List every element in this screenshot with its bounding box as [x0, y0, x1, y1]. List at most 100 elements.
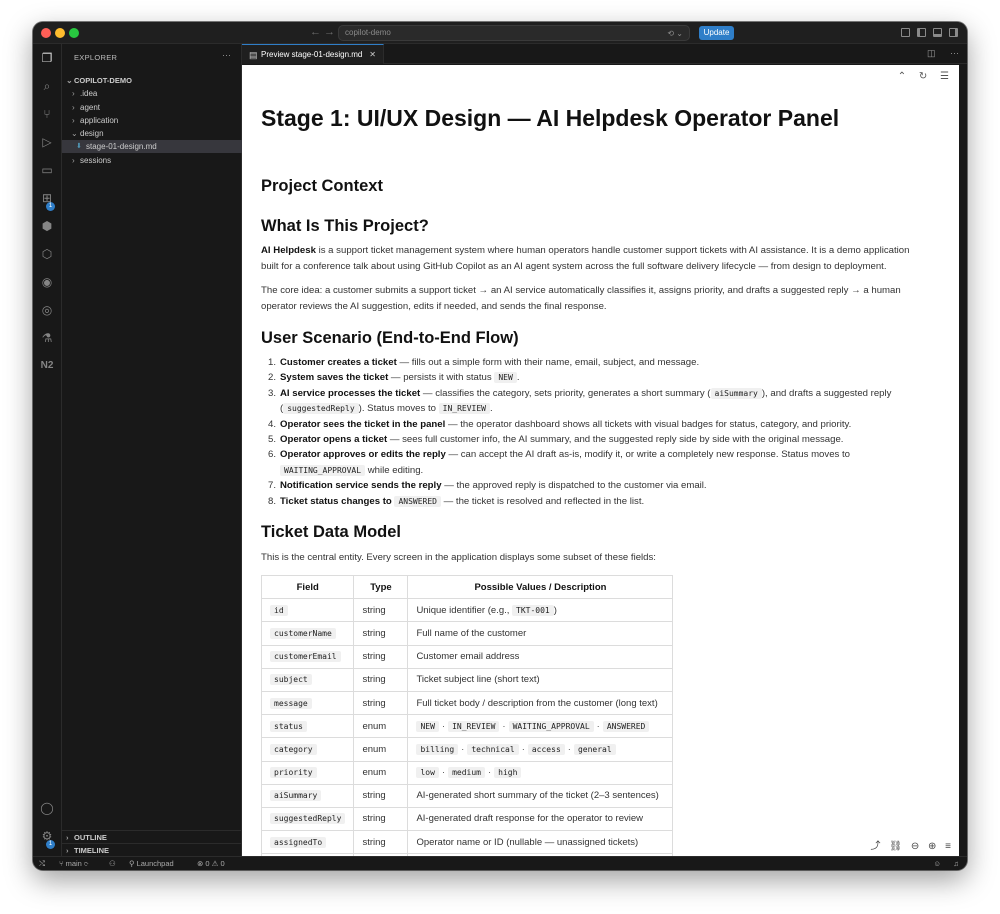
- maximize-window-button[interactable]: [69, 28, 79, 38]
- n2-extension-icon[interactable]: N2: [39, 358, 55, 374]
- table-row: assignedTo string Operator name or ID (n…: [260, 830, 674, 855]
- text: — classifies the category, sets priority…: [420, 387, 711, 399]
- bold-text: System saves the ticket: [280, 372, 389, 384]
- zoom-out-icon[interactable]: ⊖: [911, 841, 919, 852]
- description-cell: AI-generated short summary of the ticket…: [407, 783, 674, 808]
- forward-arrow-icon[interactable]: →: [324, 26, 335, 38]
- field-cell: priority: [260, 760, 355, 785]
- text: operator reviews the AI suggestion, edit…: [261, 300, 607, 312]
- share-icon[interactable]: ⤴: [871, 841, 881, 852]
- type-cell: string: [353, 830, 409, 855]
- description-cell: Full name of the customer: [407, 621, 674, 646]
- tree-folder-design[interactable]: ⌄ design: [62, 127, 242, 140]
- type-cell: enum: [353, 760, 409, 785]
- problems-indicator[interactable]: ⊗ 0 ⚠ 0: [197, 857, 225, 870]
- toggle-panel-icon[interactable]: [933, 28, 942, 37]
- tree-folder-agent[interactable]: › agent: [62, 101, 242, 114]
- preview-toolbar: ⌃ ↻ ☰: [888, 71, 949, 82]
- column-header: Possible Values / Description: [407, 574, 674, 600]
- accounts-icon[interactable]: ◯: [39, 800, 55, 816]
- notifications-bell-icon[interactable]: ♫: [953, 857, 959, 870]
- search-icon[interactable]: ⌕: [39, 78, 55, 94]
- folder-label: agent: [80, 103, 101, 112]
- description-cell: Ticket subject line (short text): [407, 667, 674, 692]
- type-cell: string: [353, 806, 409, 832]
- type-cell: string: [353, 783, 409, 808]
- workspace-root[interactable]: ⌄ COPILOT-DEMO: [62, 74, 242, 87]
- customize-layout-icon[interactable]: [901, 28, 910, 37]
- menu-icon[interactable]: ≡: [945, 841, 951, 852]
- paragraph-data-model: This is the central entity. Every screen…: [261, 552, 656, 563]
- description-cell: NEW · IN_REVIEW · WAITING_APPROVAL · ANSWERED: [407, 714, 674, 739]
- table-row: suggestedReply string AI-generated draft…: [260, 806, 674, 832]
- separator-dot: ·: [502, 720, 506, 732]
- paragraph-core-idea: The core idea: a customer submits a supp…: [261, 283, 933, 314]
- testing-icon[interactable]: ⚗: [39, 330, 55, 346]
- toggle-primary-sidebar-icon[interactable]: [917, 28, 926, 37]
- link-icon[interactable]: ⛓: [889, 841, 902, 852]
- outline-section[interactable]: › OUTLINE: [62, 830, 242, 843]
- chevron-up-icon[interactable]: ⌃: [898, 71, 906, 82]
- inline-code: message: [270, 697, 312, 709]
- accounts-status-icon[interactable]: ⚇: [109, 857, 116, 870]
- description-cell: Operator name or ID (nullable — unassign…: [407, 830, 674, 855]
- chevron-right-icon: ›: [72, 156, 75, 165]
- type-cell: string: [353, 598, 409, 623]
- more-actions-icon[interactable]: ···: [950, 48, 959, 58]
- inline-code: ANSWERED: [394, 495, 441, 507]
- toggle-secondary-sidebar-icon[interactable]: [949, 28, 958, 37]
- inline-code: medium: [448, 767, 485, 779]
- copilot-status-icon[interactable]: ☺: [933, 857, 941, 870]
- table-row: customerEmail string Customer email addr…: [260, 644, 674, 669]
- inline-code: aiSummary: [710, 387, 762, 399]
- more-actions-icon[interactable]: ···: [222, 50, 231, 60]
- list-item: Customer creates a ticket — fills out a …: [268, 355, 933, 371]
- containers-icon[interactable]: ⬡: [39, 246, 55, 262]
- explorer-files-icon[interactable]: ❐: [39, 50, 55, 66]
- remote-explorer-icon[interactable]: ▭: [39, 162, 55, 178]
- launchpad-indicator[interactable]: ⚲ Launchpad: [129, 857, 174, 870]
- copilot-chevron-icon[interactable]: ⟲ ⌄: [667, 27, 683, 41]
- text: is a support ticket management system wh…: [315, 245, 910, 256]
- command-center-search[interactable]: copilot-demo ⟲ ⌄: [338, 25, 690, 41]
- inline-code: NEW: [416, 720, 439, 732]
- timeline-section[interactable]: › TIMELINE: [62, 843, 242, 856]
- branch-indicator[interactable]: ⑂ main ⟳: [59, 857, 88, 870]
- inline-code: access: [527, 743, 565, 755]
- run-debug-icon[interactable]: ▷: [39, 134, 55, 150]
- remote-indicator-icon[interactable]: ⤭: [39, 857, 45, 870]
- gitlens-icon[interactable]: ◉: [39, 274, 55, 290]
- source-control-icon[interactable]: ⑂: [39, 106, 55, 122]
- minimize-window-button[interactable]: [55, 28, 65, 38]
- update-button[interactable]: Update: [699, 26, 734, 40]
- type-cell: string: [353, 667, 409, 692]
- zoom-in-icon[interactable]: ⊕: [928, 841, 936, 852]
- close-tab-icon[interactable]: ✕: [369, 45, 376, 64]
- inline-code: aiSummary: [270, 790, 322, 802]
- field-cell: message: [260, 690, 355, 716]
- inline-code: WAITING_APPROVAL: [280, 464, 366, 476]
- timeline-search-icon[interactable]: ◎: [39, 302, 55, 318]
- warning-count: 0: [220, 859, 225, 868]
- split-editor-icon[interactable]: ◫: [927, 48, 936, 58]
- tree-folder-application[interactable]: › application: [62, 114, 242, 127]
- tree-file-stage-01-design[interactable]: ⬇ stage-01-design.md: [62, 140, 242, 153]
- title-bar: ← → copilot-demo ⟲ ⌄ Update: [33, 22, 967, 44]
- inline-code: customerName: [270, 627, 336, 639]
- text: Unique identifier (e.g.,: [416, 604, 513, 616]
- chevron-right-icon: ›: [72, 89, 75, 98]
- close-window-button[interactable]: [41, 28, 51, 38]
- editor-tab-bar: ▤ Preview stage-01-design.md ✕ ◫ ···: [242, 44, 967, 64]
- type-cell: string: [353, 621, 409, 646]
- refresh-icon[interactable]: ↻: [919, 71, 927, 82]
- explorer-sidebar: EXPLORER ··· ⌄ COPILOT-DEMO › .idea › ag…: [62, 44, 242, 856]
- description-cell: Customer email address: [407, 644, 674, 669]
- outline-list-icon[interactable]: ☰: [940, 71, 949, 82]
- python-icon[interactable]: ⬢: [39, 218, 55, 234]
- tree-folder-idea[interactable]: › .idea: [62, 87, 242, 100]
- inline-code: customerEmail: [270, 651, 341, 663]
- tree-folder-sessions[interactable]: › sessions: [62, 154, 242, 167]
- tab-preview-stage-01-design[interactable]: ▤ Preview stage-01-design.md ✕: [242, 44, 384, 64]
- inline-code: subject: [270, 674, 312, 686]
- back-arrow-icon[interactable]: ←: [310, 26, 321, 38]
